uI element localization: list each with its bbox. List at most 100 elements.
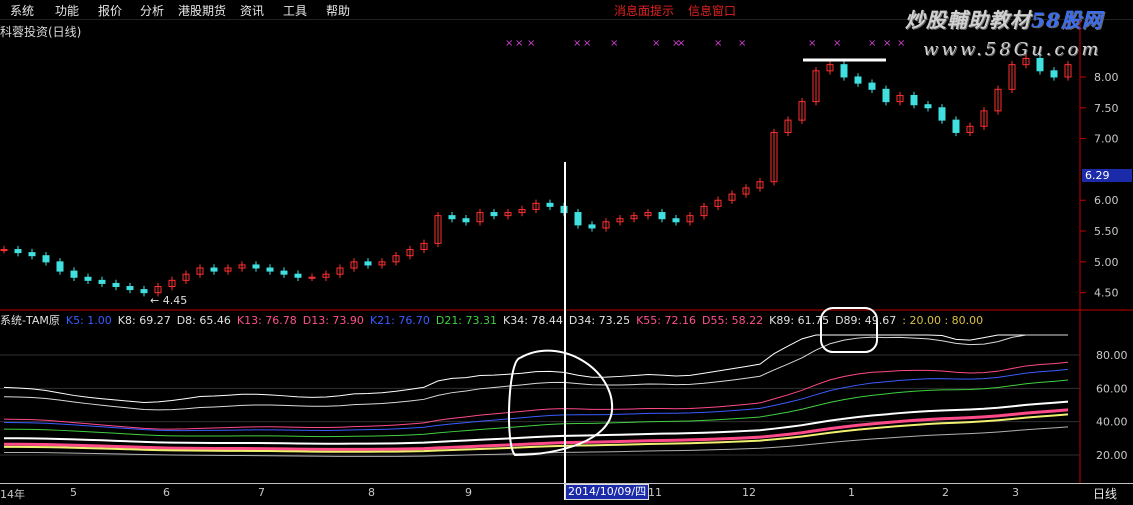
signal-mark: ×	[883, 38, 891, 49]
chart-canvas[interactable]: 8.007.507.006.005.505.004.50← 4.45× × × × × ×…	[0, 0, 1133, 504]
candle-body	[448, 215, 456, 220]
cursor-date-badge: 2014/10/09/四	[565, 484, 650, 500]
candle-body	[854, 76, 862, 84]
time-axis-label: 7	[258, 486, 265, 499]
candle-body	[658, 212, 666, 220]
time-axis-label: 5	[70, 486, 77, 499]
candle-body	[952, 119, 960, 133]
time-axis-label: 8	[368, 486, 375, 499]
time-axis-label: 3	[1012, 486, 1019, 499]
signal-mark: ×	[583, 38, 591, 49]
signal-mark: ×	[868, 38, 876, 49]
indicator-value-9: D34: 73.25	[568, 314, 631, 327]
candle-body	[98, 279, 106, 284]
candle-body	[280, 270, 288, 275]
price-axis-label: 7.50	[1094, 102, 1119, 115]
candle-body	[868, 82, 876, 90]
signal-mark: ×	[573, 38, 581, 49]
signal-mark: ×	[677, 38, 685, 49]
current-price-badge: 6.29	[1082, 169, 1132, 182]
candle-body	[490, 212, 498, 217]
indicator-value-0: 系统-TAM原	[0, 314, 60, 327]
period-selector[interactable]: 日线	[1093, 485, 1117, 502]
candle-body	[294, 273, 302, 278]
candle-body	[462, 218, 470, 223]
indicator-line-1	[3, 334, 1068, 411]
indicator-axis-label: 20.00	[1096, 449, 1128, 462]
price-axis-label: 5.50	[1094, 225, 1119, 238]
indicator-line-5	[3, 400, 1069, 445]
candle-body	[672, 218, 680, 223]
candle-body	[546, 202, 554, 207]
candle-body	[910, 94, 918, 106]
indicator-value-7: D21: 73.31	[435, 314, 498, 327]
signal-mark: ×	[897, 38, 905, 49]
price-axis-label: 6.00	[1094, 194, 1119, 207]
candle-body	[140, 289, 148, 294]
price-axis-label: 4.50	[1094, 287, 1119, 300]
candle-body	[42, 255, 50, 263]
signal-mark: ×	[738, 38, 746, 49]
indicator-value-12: K89: 61.75	[769, 314, 830, 327]
price-axis-label: 8.00	[1094, 71, 1119, 84]
candle-body	[112, 282, 120, 288]
time-axis-label: 14年	[0, 488, 25, 501]
candle-body	[0, 249, 8, 252]
indicator-value-8: K34: 78.44	[503, 314, 563, 327]
indicator-line-0	[3, 334, 1068, 403]
indicator-value-3: D8: 65.46	[176, 314, 231, 327]
signal-mark: ×	[527, 38, 535, 49]
candle-body	[84, 276, 92, 281]
time-axis-label: 1	[848, 486, 855, 499]
time-axis-label: 9	[465, 486, 472, 499]
signal-mark: ×	[652, 38, 660, 49]
signal-mark: ×	[515, 38, 523, 49]
indicator-line-2	[3, 361, 1069, 430]
candle-body	[1036, 57, 1044, 72]
indicator-axis-label: 40.00	[1096, 416, 1128, 429]
indicator-value-6: K21: 76.70	[369, 314, 430, 327]
indicator-value-1: K5: 1.00	[65, 314, 112, 327]
candle-body	[938, 107, 946, 121]
indicator-value-10: K55: 72.16	[636, 314, 696, 327]
time-axis-label: 11	[648, 486, 662, 499]
indicator-line-6	[3, 408, 1069, 451]
candle-body	[924, 104, 932, 109]
indicator-value-5: D13: 73.90	[302, 314, 364, 327]
candle-body	[28, 252, 36, 257]
candle-body	[210, 267, 218, 272]
indicator-value-11: D55: 58.22	[702, 314, 764, 327]
signal-mark: ×	[505, 38, 513, 49]
signal-mark: ×	[808, 38, 816, 49]
candle-body	[126, 286, 134, 291]
candle-body	[308, 276, 316, 279]
indicator-value-2: K8: 69.27	[117, 314, 171, 327]
candle-body	[266, 267, 274, 272]
candle-body	[14, 249, 22, 254]
candle-body	[1050, 70, 1058, 78]
indicator-caption: 系统-TAM原 K5: 1.00 K8: 69.27 D8: 65.46 K13: 76…	[0, 312, 989, 328]
annotation-circle	[508, 349, 614, 457]
indicator-value-13: D89: 49.67	[835, 314, 897, 327]
indicator-axis-label: 60.00	[1096, 382, 1128, 395]
candle-body	[882, 88, 890, 103]
candle-body	[70, 270, 78, 278]
candle-body	[840, 64, 848, 78]
candle-body	[364, 261, 372, 266]
signal-mark: ×	[833, 38, 841, 49]
candle-body	[252, 264, 260, 269]
low-price-annotation: ← 4.45	[150, 294, 187, 307]
time-axis-label: 2	[942, 486, 949, 499]
time-axis-label: 6	[163, 486, 170, 499]
indicator-value-14: : 20.00 : 80.00	[902, 314, 984, 327]
candle-body	[574, 212, 582, 226]
indicator-axis-label: 80.00	[1096, 349, 1128, 362]
time-axis-label: 12	[742, 486, 756, 499]
candle-body	[588, 224, 596, 229]
price-axis-label: 5.00	[1094, 256, 1119, 269]
signal-mark: ×	[714, 38, 722, 49]
candle-body	[56, 261, 64, 272]
indicator-value-4: K13: 76.78	[236, 314, 297, 327]
price-axis-label: 7.00	[1094, 133, 1119, 146]
signal-mark: ×	[610, 38, 618, 49]
